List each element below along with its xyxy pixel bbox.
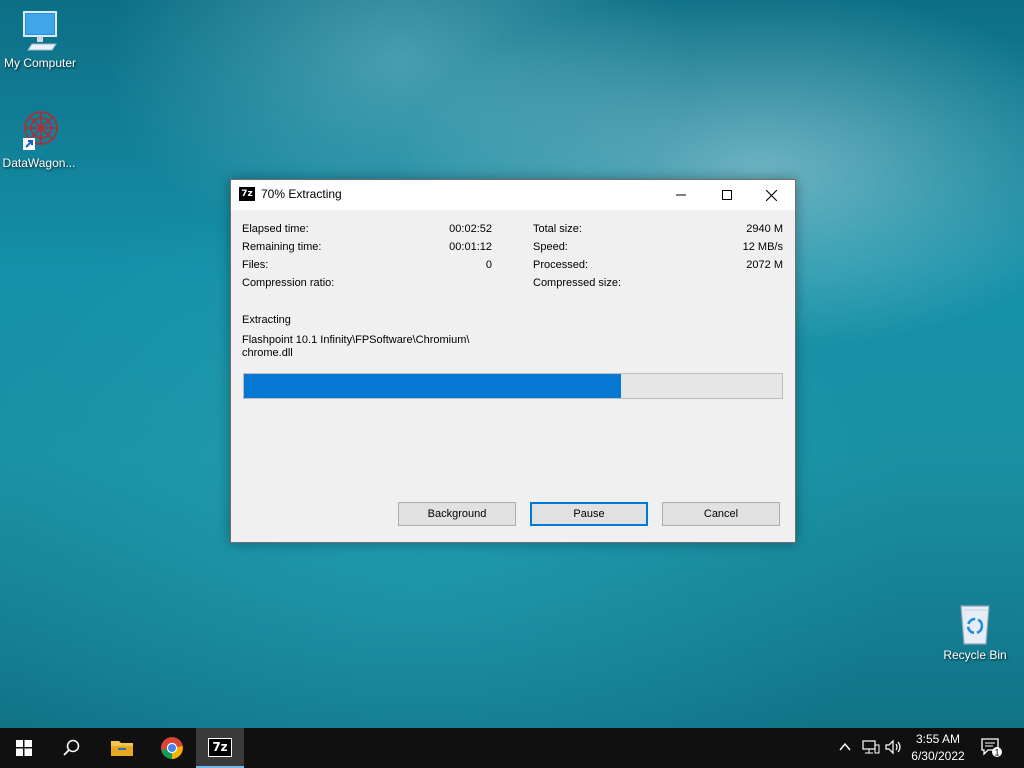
start-icon bbox=[16, 740, 32, 756]
start-button[interactable] bbox=[0, 728, 48, 768]
chrome-button[interactable] bbox=[148, 728, 196, 768]
window-title: 70% Extracting bbox=[261, 187, 342, 201]
processed-label: Processed: bbox=[533, 259, 589, 271]
minimize-button[interactable] bbox=[658, 180, 704, 210]
monitor-icon bbox=[23, 11, 57, 51]
search-icon bbox=[63, 739, 80, 756]
minimize-icon bbox=[676, 194, 686, 196]
files-label: Files: bbox=[242, 259, 269, 271]
chevron-up-icon bbox=[839, 742, 851, 751]
show-hidden-icons-button[interactable] bbox=[838, 740, 852, 759]
desktop-icon-label: Recycle Bin bbox=[943, 648, 1007, 662]
file-explorer-button[interactable] bbox=[98, 728, 146, 768]
chrome-icon bbox=[161, 737, 183, 759]
elapsed-time-label: Elapsed time: bbox=[242, 223, 309, 235]
desktop-icon-datawagon[interactable]: DataWagon... bbox=[0, 108, 79, 170]
current-file-path: Flashpoint 10.1 Infinity\FPSoftware\Chro… bbox=[242, 334, 470, 346]
clock-date: 6/30/2022 bbox=[911, 749, 965, 763]
background-button[interactable]: Background bbox=[398, 502, 516, 526]
7zip-taskbar-button[interactable]: 7z bbox=[196, 728, 244, 768]
clock-time: 3:55 AM bbox=[915, 732, 961, 746]
pause-button[interactable]: Pause bbox=[530, 502, 648, 526]
action-label: Extracting bbox=[242, 314, 291, 326]
speed-value: 12 MB/s bbox=[742, 241, 783, 253]
volume-icon bbox=[885, 739, 901, 755]
speed-label: Speed: bbox=[533, 241, 568, 253]
close-icon bbox=[765, 189, 777, 201]
action-center-button[interactable]: 1 bbox=[980, 736, 1002, 763]
desktop-icon-my-computer[interactable]: My Computer bbox=[0, 10, 80, 70]
remaining-time-value: 00:01:12 bbox=[449, 241, 492, 253]
close-button[interactable] bbox=[748, 180, 794, 210]
taskbar-clock[interactable]: 3:55 AM 6/30/2022 bbox=[906, 731, 970, 765]
progress-fill bbox=[244, 374, 621, 398]
cancel-button[interactable]: Cancel bbox=[662, 502, 780, 526]
network-button[interactable] bbox=[862, 739, 880, 760]
datawagon-icon bbox=[23, 111, 58, 150]
total-size-value: 2940 M bbox=[746, 223, 783, 235]
compressed-size-label: Compressed size: bbox=[533, 277, 622, 289]
current-file-name: chrome.dll bbox=[242, 347, 293, 359]
processed-value: 2072 M bbox=[746, 259, 783, 271]
7zip-icon: 7z bbox=[239, 187, 255, 201]
desktop-icon-label: DataWagon... bbox=[2, 156, 76, 170]
desktop-icon-recycle-bin[interactable]: Recycle Bin bbox=[935, 602, 1015, 662]
extract-progress-bar bbox=[243, 373, 783, 399]
network-icon bbox=[862, 740, 880, 754]
maximize-icon bbox=[722, 190, 732, 200]
files-value: 0 bbox=[485, 259, 492, 271]
notification-icon: 1 bbox=[981, 738, 1002, 758]
total-size-label: Total size: bbox=[533, 223, 582, 235]
compression-ratio-label: Compression ratio: bbox=[242, 277, 335, 289]
7zip-icon: 7z bbox=[208, 737, 232, 757]
remaining-time-label: Remaining time: bbox=[242, 241, 322, 253]
recycle-bin-icon bbox=[960, 605, 990, 645]
search-button[interactable] bbox=[48, 728, 96, 768]
elapsed-time-value: 00:02:52 bbox=[449, 223, 492, 235]
title-bar[interactable]: 7z 70% Extracting bbox=[231, 180, 795, 210]
extract-progress-dialog: 7z 70% Extracting Elapsed time: 00:02:52… bbox=[230, 179, 796, 543]
file-explorer-icon bbox=[111, 741, 133, 756]
maximize-button[interactable] bbox=[704, 180, 750, 210]
notification-count: 1 bbox=[994, 748, 999, 758]
volume-button[interactable] bbox=[885, 739, 903, 760]
desktop-icon-label: My Computer bbox=[3, 56, 77, 70]
taskbar: 7z 3:55 AM 6/30/2022 1 bbox=[0, 728, 1024, 768]
